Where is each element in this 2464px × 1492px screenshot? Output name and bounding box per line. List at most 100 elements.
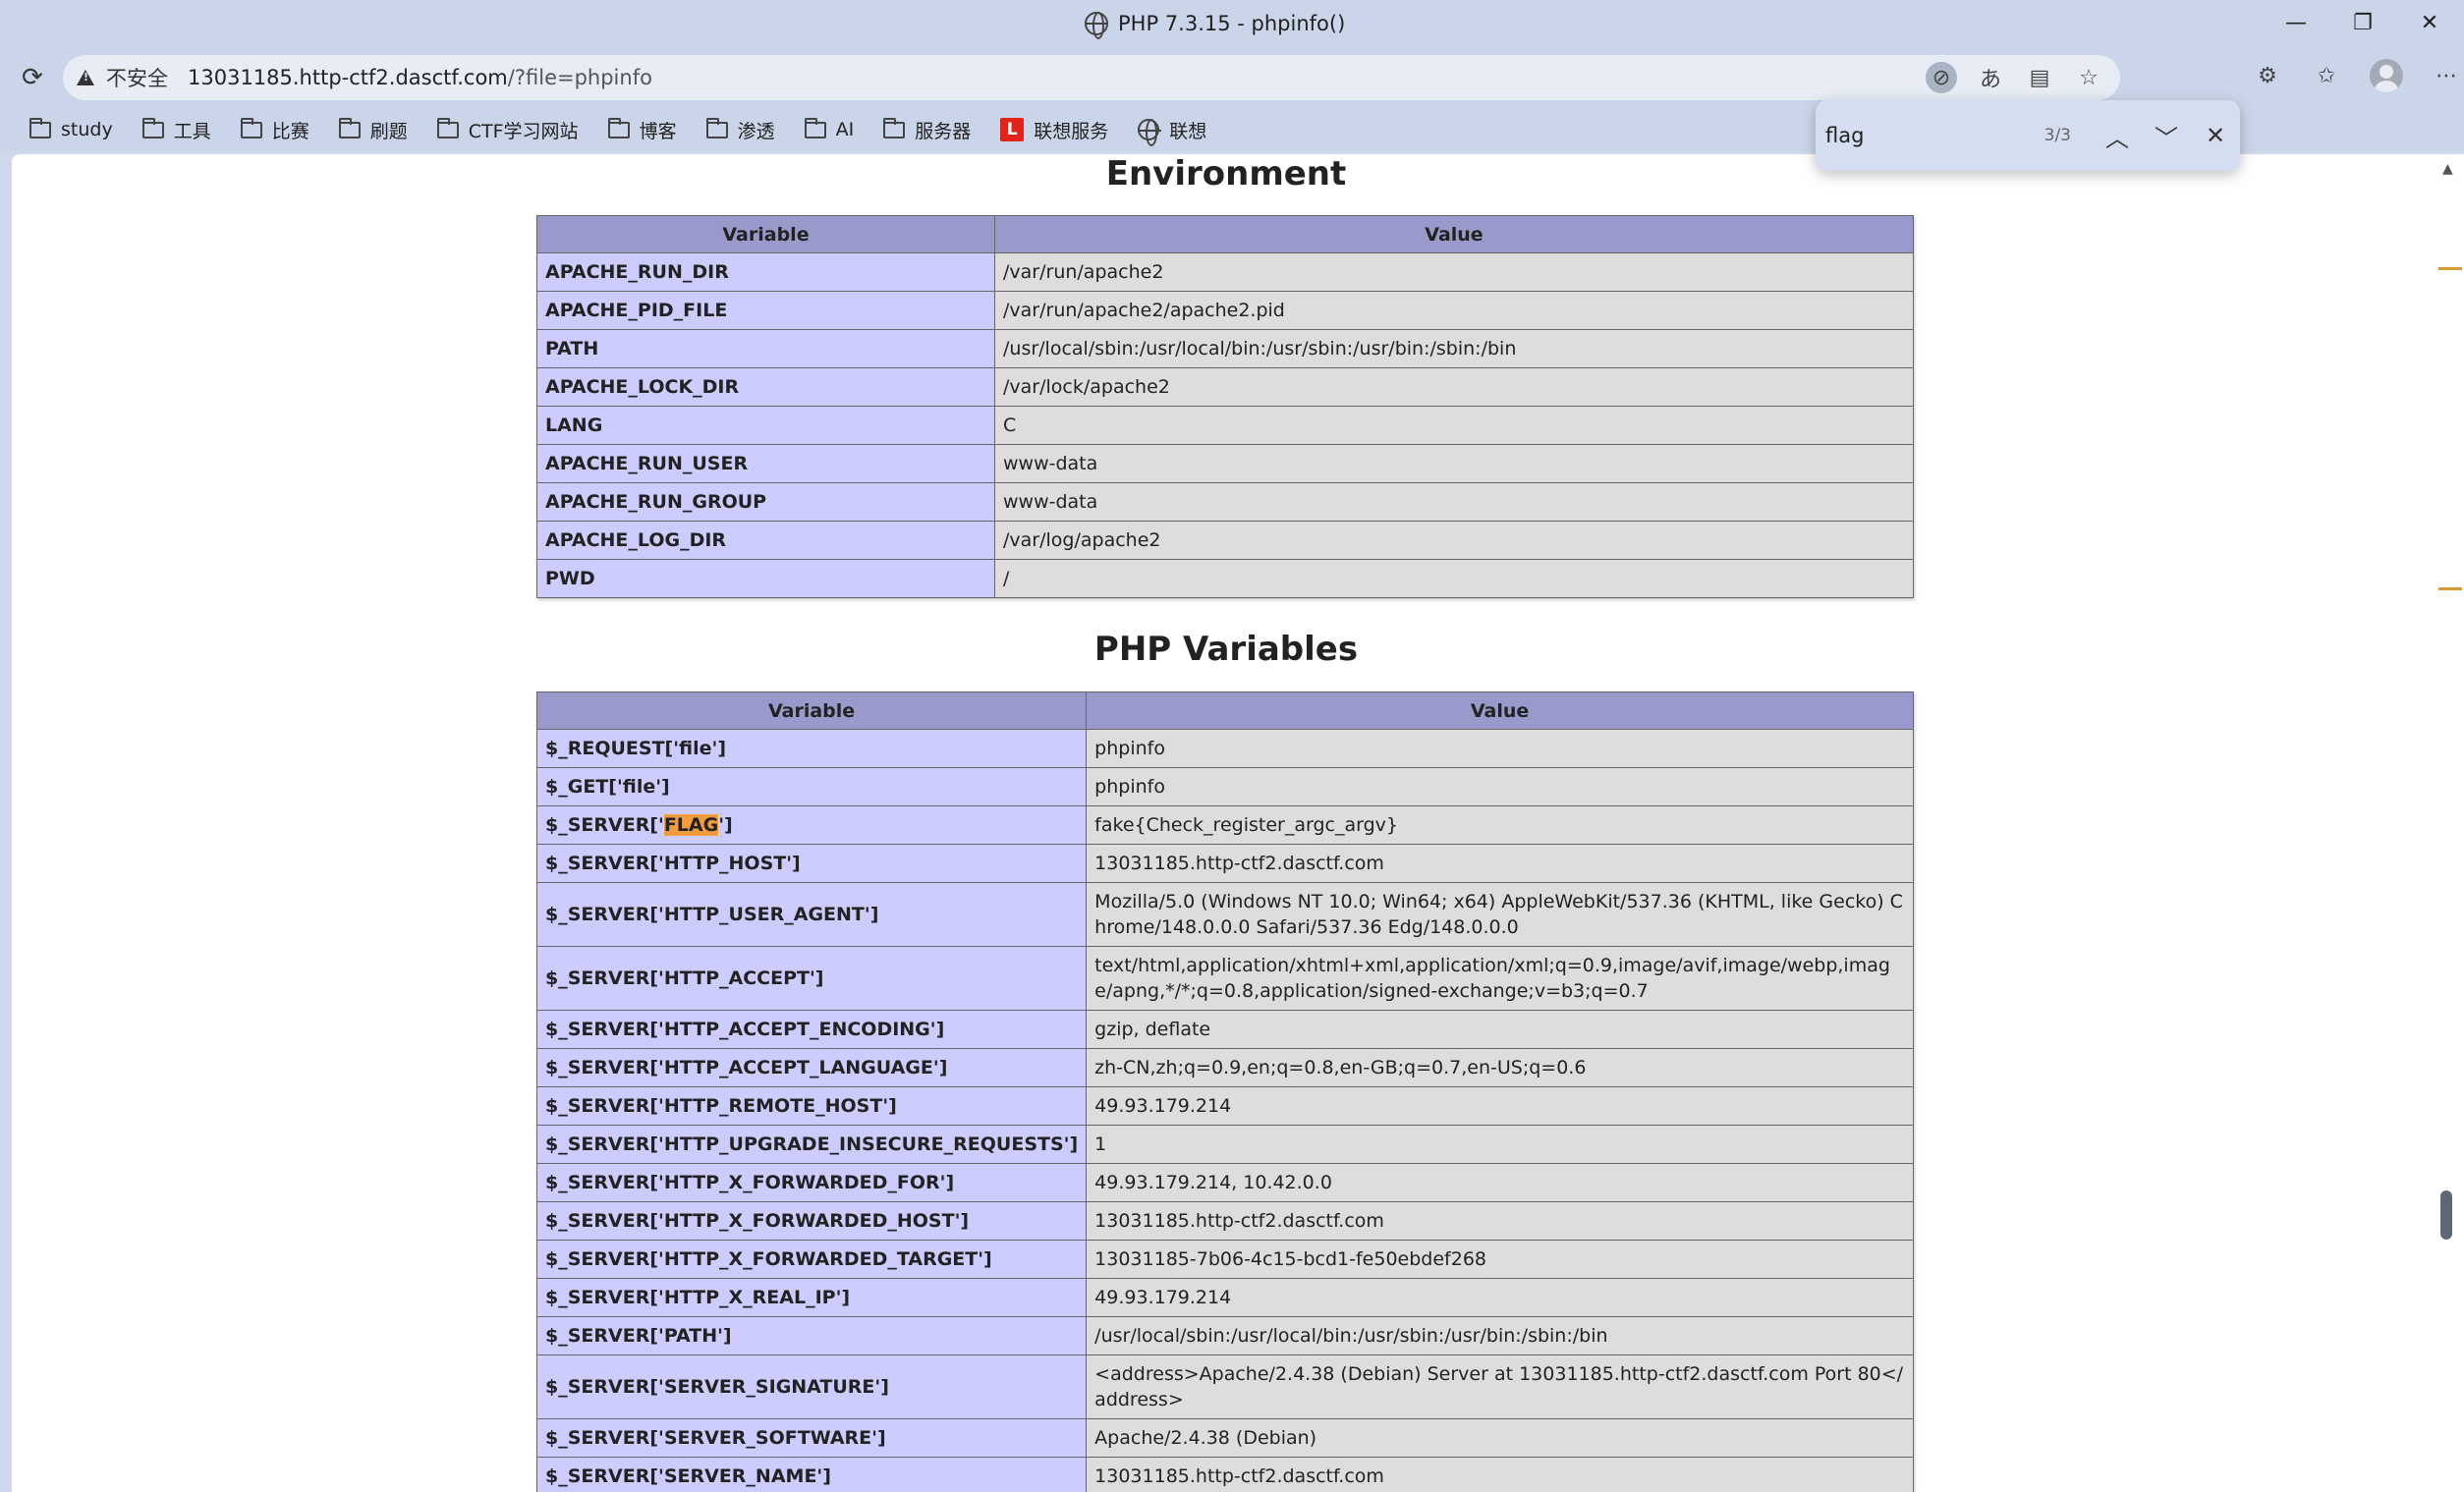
close-icon: ✕ bbox=[2205, 122, 2226, 149]
favorites-icon[interactable]: ✩ bbox=[2311, 60, 2342, 91]
bookmark-label: 比赛 bbox=[271, 120, 309, 142]
bookmark-item[interactable]: 服务器 bbox=[883, 112, 971, 147]
table-row: $_SERVER['HTTP_X_FORWARDED_TARGET'] 13031… bbox=[535, 1240, 1914, 1279]
variable-value: 13031185-7b06-4c15-bcd1-fe50ebdef268 bbox=[1086, 1240, 1914, 1279]
variable-value: /usr/local/sbin:/usr/local/bin:/usr/sbin… bbox=[1086, 1316, 1914, 1355]
table-row: $_SERVER['PATH']/usr/local/sbin:/usr/loc… bbox=[535, 1316, 1914, 1355]
profile-avatar[interactable] bbox=[2370, 59, 2403, 92]
variable-value: 1 bbox=[1086, 1125, 1914, 1164]
table-row: LANG C bbox=[536, 406, 1914, 445]
variable-value: phpinfo bbox=[1086, 729, 1914, 768]
table-row: $_SERVER['HTTP_USER_AGENT'] Mozilla/5.0 (… bbox=[535, 882, 1914, 947]
table-row: $_SERVER['SERVER_SOFTWARE'] Apache/2.4.38… bbox=[535, 1418, 1914, 1458]
table-row: $_SERVER['HTTP_X_FORWARDED_FOR'] 49.93.17… bbox=[535, 1163, 1914, 1202]
find-previous-button[interactable]: ︿ bbox=[2093, 109, 2142, 162]
table-row: $_SERVER['HTTP_X_REAL_IP'] 49.93.179.214 bbox=[535, 1278, 1914, 1317]
table-row: $_SERVER['HTTP_HOST'] 13031185.http-ctf2.… bbox=[535, 844, 1914, 883]
folder-icon bbox=[883, 117, 906, 138]
variable-name: APACHE_RUN_USER bbox=[536, 444, 995, 483]
table-row: APACHE_RUN_DIR/var/run/apache2 bbox=[536, 252, 1914, 292]
search-highlight: FLAG bbox=[663, 814, 719, 836]
bookmark-item[interactable]: 刷题 bbox=[338, 112, 408, 147]
bookmark-label: 联想 bbox=[1169, 120, 1207, 142]
variable-name: $_REQUEST['file'] bbox=[535, 729, 1088, 768]
url-text[interactable]: 13031185.http-ctf2.dasctf.com/?file=phpi… bbox=[188, 66, 652, 89]
variable-name: PATH bbox=[536, 329, 995, 368]
bookmark-item[interactable]: 联想 bbox=[1138, 112, 1206, 147]
close-window-button[interactable]: ✕ bbox=[2403, 0, 2456, 45]
variable-value: /var/run/apache2/apache2.pid bbox=[994, 291, 1914, 330]
chevron-up-icon: ︿ bbox=[2105, 124, 2129, 152]
table-row: APACHE_RUN_USER www-data bbox=[536, 444, 1914, 483]
variable-value: 49.93.179.214, 10.42.0.0 bbox=[1086, 1163, 1914, 1202]
table-row: APACHE_LOG_DIR/var/log/apache2 bbox=[536, 521, 1914, 560]
restore-button[interactable]: ❐ bbox=[2336, 0, 2389, 45]
find-input[interactable] bbox=[1825, 116, 2022, 155]
variable-name: PWD bbox=[536, 559, 995, 598]
variable-value: text/html,application/xhtml+xml,applicat… bbox=[1086, 946, 1914, 1011]
variable-name: $_SERVER['HTTP_HOST'] bbox=[535, 844, 1088, 883]
vertical-scrollbar[interactable] bbox=[2436, 154, 2464, 1492]
bookmark-item[interactable]: 比赛 bbox=[240, 112, 309, 147]
table-row: PATH/usr/local/sbin:/usr/local/bin:/usr/… bbox=[536, 329, 1914, 368]
variable-value: 49.93.179.214 bbox=[1086, 1086, 1914, 1126]
folder-icon bbox=[436, 117, 459, 138]
variable-name: $_SERVER['FLAG'] bbox=[535, 805, 1088, 845]
globe-icon bbox=[1085, 12, 1108, 39]
scroll-up-arrow-icon[interactable]: ▲ bbox=[2442, 161, 2453, 177]
more-menu-icon[interactable]: ⋯ bbox=[2431, 60, 2462, 91]
variable-value: <address>Apache/2.4.38 (Debian) Server a… bbox=[1086, 1354, 1914, 1419]
variable-name: $_SERVER['HTTP_ACCEPT'] bbox=[535, 946, 1088, 1011]
find-next-button[interactable]: ﹀ bbox=[2142, 109, 2191, 162]
reading-view-icon[interactable]: ▤ bbox=[2024, 62, 2055, 93]
bookmark-item[interactable]: AI bbox=[804, 112, 854, 147]
bookmark-label: 渗透 bbox=[737, 120, 775, 142]
variable-name: LANG bbox=[536, 406, 995, 445]
bookmark-item[interactable]: CTF学习网站 bbox=[436, 112, 579, 147]
variable-value: 49.93.179.214 bbox=[1086, 1278, 1914, 1317]
bookmark-label: 博客 bbox=[639, 120, 677, 142]
table-row: $_SERVER['HTTP_ACCEPT_LANGUAGE'] zh-CN,zh… bbox=[535, 1048, 1914, 1087]
table-row: $_SERVER['HTTP_X_FORWARDED_HOST'] 1303118… bbox=[535, 1201, 1914, 1241]
variable-name: $_SERVER['HTTP_ACCEPT_LANGUAGE'] bbox=[535, 1048, 1088, 1087]
variable-name: $_SERVER['HTTP_X_REAL_IP'] bbox=[535, 1278, 1088, 1317]
extensions-icon[interactable]: ⚙ bbox=[2252, 60, 2283, 91]
table-row: APACHE_RUN_GROUP www-data bbox=[536, 482, 1914, 522]
variable-name: $_SERVER['HTTP_X_FORWARDED_HOST'] bbox=[535, 1201, 1088, 1241]
table-row: $_SERVER['HTTP_ACCEPT_ENCODING'] gzip, de… bbox=[535, 1010, 1914, 1049]
variable-value: C bbox=[994, 406, 1914, 445]
tracking-prevention-icon[interactable]: ⊘ bbox=[1926, 62, 1957, 93]
table-row: APACHE_LOCK_DIR/var/lock/apache2 bbox=[536, 367, 1914, 407]
bookmark-label: CTF学习网站 bbox=[468, 120, 579, 142]
security-label[interactable]: 不安全 bbox=[106, 63, 168, 92]
translate-icon[interactable]: あ bbox=[1975, 62, 2006, 93]
url-host: 13031185.http-ctf2.dasctf.com bbox=[188, 66, 508, 89]
table-header-row: Variable Value bbox=[536, 215, 1914, 253]
table-row: $_REQUEST['file'] phpinfo bbox=[535, 729, 1914, 768]
bookmark-item[interactable]: 工具 bbox=[141, 112, 211, 147]
favorite-star-icon[interactable]: ☆ bbox=[2073, 62, 2104, 93]
reload-icon[interactable]: ⟳ bbox=[16, 61, 49, 94]
address-bar[interactable]: 不安全 13031185.http-ctf2.dasctf.com/?file=… bbox=[63, 55, 2120, 100]
bookmark-item[interactable]: L 联想服务 bbox=[1000, 112, 1108, 147]
table-row: $_SERVER['HTTP_ACCEPT'] text/html,applica… bbox=[535, 946, 1914, 1011]
window-titlebar: PHP 7.3.15 - phpinfo() — ❐ ✕ bbox=[0, 0, 2464, 47]
column-header-value: Value bbox=[1086, 691, 1914, 730]
variable-value: Apache/2.4.38 (Debian) bbox=[1086, 1418, 1914, 1458]
variable-value: www-data bbox=[994, 444, 1914, 483]
bookmark-item[interactable]: 博客 bbox=[607, 112, 677, 147]
table-row: $_SERVER['SERVER_NAME'] 13031185.http-ctf… bbox=[535, 1457, 1914, 1492]
variable-value: 13031185.http-ctf2.dasctf.com bbox=[1086, 844, 1914, 883]
scrollbar-thumb[interactable] bbox=[2440, 1190, 2452, 1240]
bookmark-item[interactable]: study bbox=[29, 112, 113, 147]
bookmark-label: 服务器 bbox=[915, 120, 972, 142]
table-row-flag: $_SERVER['FLAG'] fake{Check_register_argc… bbox=[535, 805, 1914, 845]
warning-icon[interactable] bbox=[77, 70, 94, 85]
bookmark-item[interactable]: 渗透 bbox=[705, 112, 775, 147]
variable-name: $_SERVER['HTTP_REMOTE_HOST'] bbox=[535, 1086, 1088, 1126]
minimize-button[interactable]: — bbox=[2269, 0, 2323, 45]
browser-toolbar: ⟳ 不安全 13031185.http-ctf2.dasctf.com/?fil… bbox=[0, 47, 2464, 108]
toolbar-right: ⚙ ✩ ⋯ bbox=[2252, 59, 2462, 92]
table-row: $_SERVER['SERVER_SIGNATURE'] <address>Apa… bbox=[535, 1354, 1914, 1419]
find-close-button[interactable]: ✕ bbox=[2191, 109, 2240, 162]
